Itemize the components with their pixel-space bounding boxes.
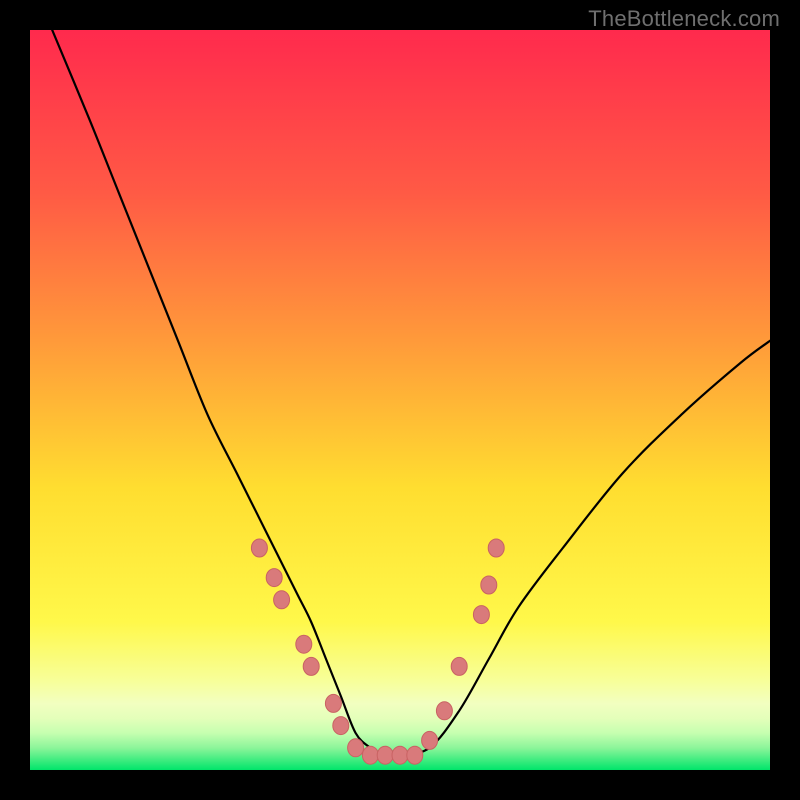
chart-marker — [451, 657, 467, 675]
chart-marker — [333, 717, 349, 735]
chart-marker — [488, 539, 504, 557]
chart-marker — [266, 569, 282, 587]
chart-marker — [422, 731, 438, 749]
chart-marker — [274, 591, 290, 609]
chart-marker — [377, 746, 393, 764]
chart-marker — [325, 694, 341, 712]
watermark-text: TheBottleneck.com — [588, 6, 780, 32]
chart-marker — [436, 702, 452, 720]
chart-marker — [481, 576, 497, 594]
chart-marker — [392, 746, 408, 764]
chart-background-gradient — [30, 30, 770, 770]
chart-marker — [296, 635, 312, 653]
chart-marker — [407, 746, 423, 764]
chart-marker — [348, 739, 364, 757]
chart-frame: TheBottleneck.com — [0, 0, 800, 800]
chart-marker — [251, 539, 267, 557]
chart-marker — [303, 657, 319, 675]
chart-marker — [362, 746, 378, 764]
chart-marker — [473, 606, 489, 624]
chart-svg — [30, 30, 770, 770]
chart-plot-area — [30, 30, 770, 770]
